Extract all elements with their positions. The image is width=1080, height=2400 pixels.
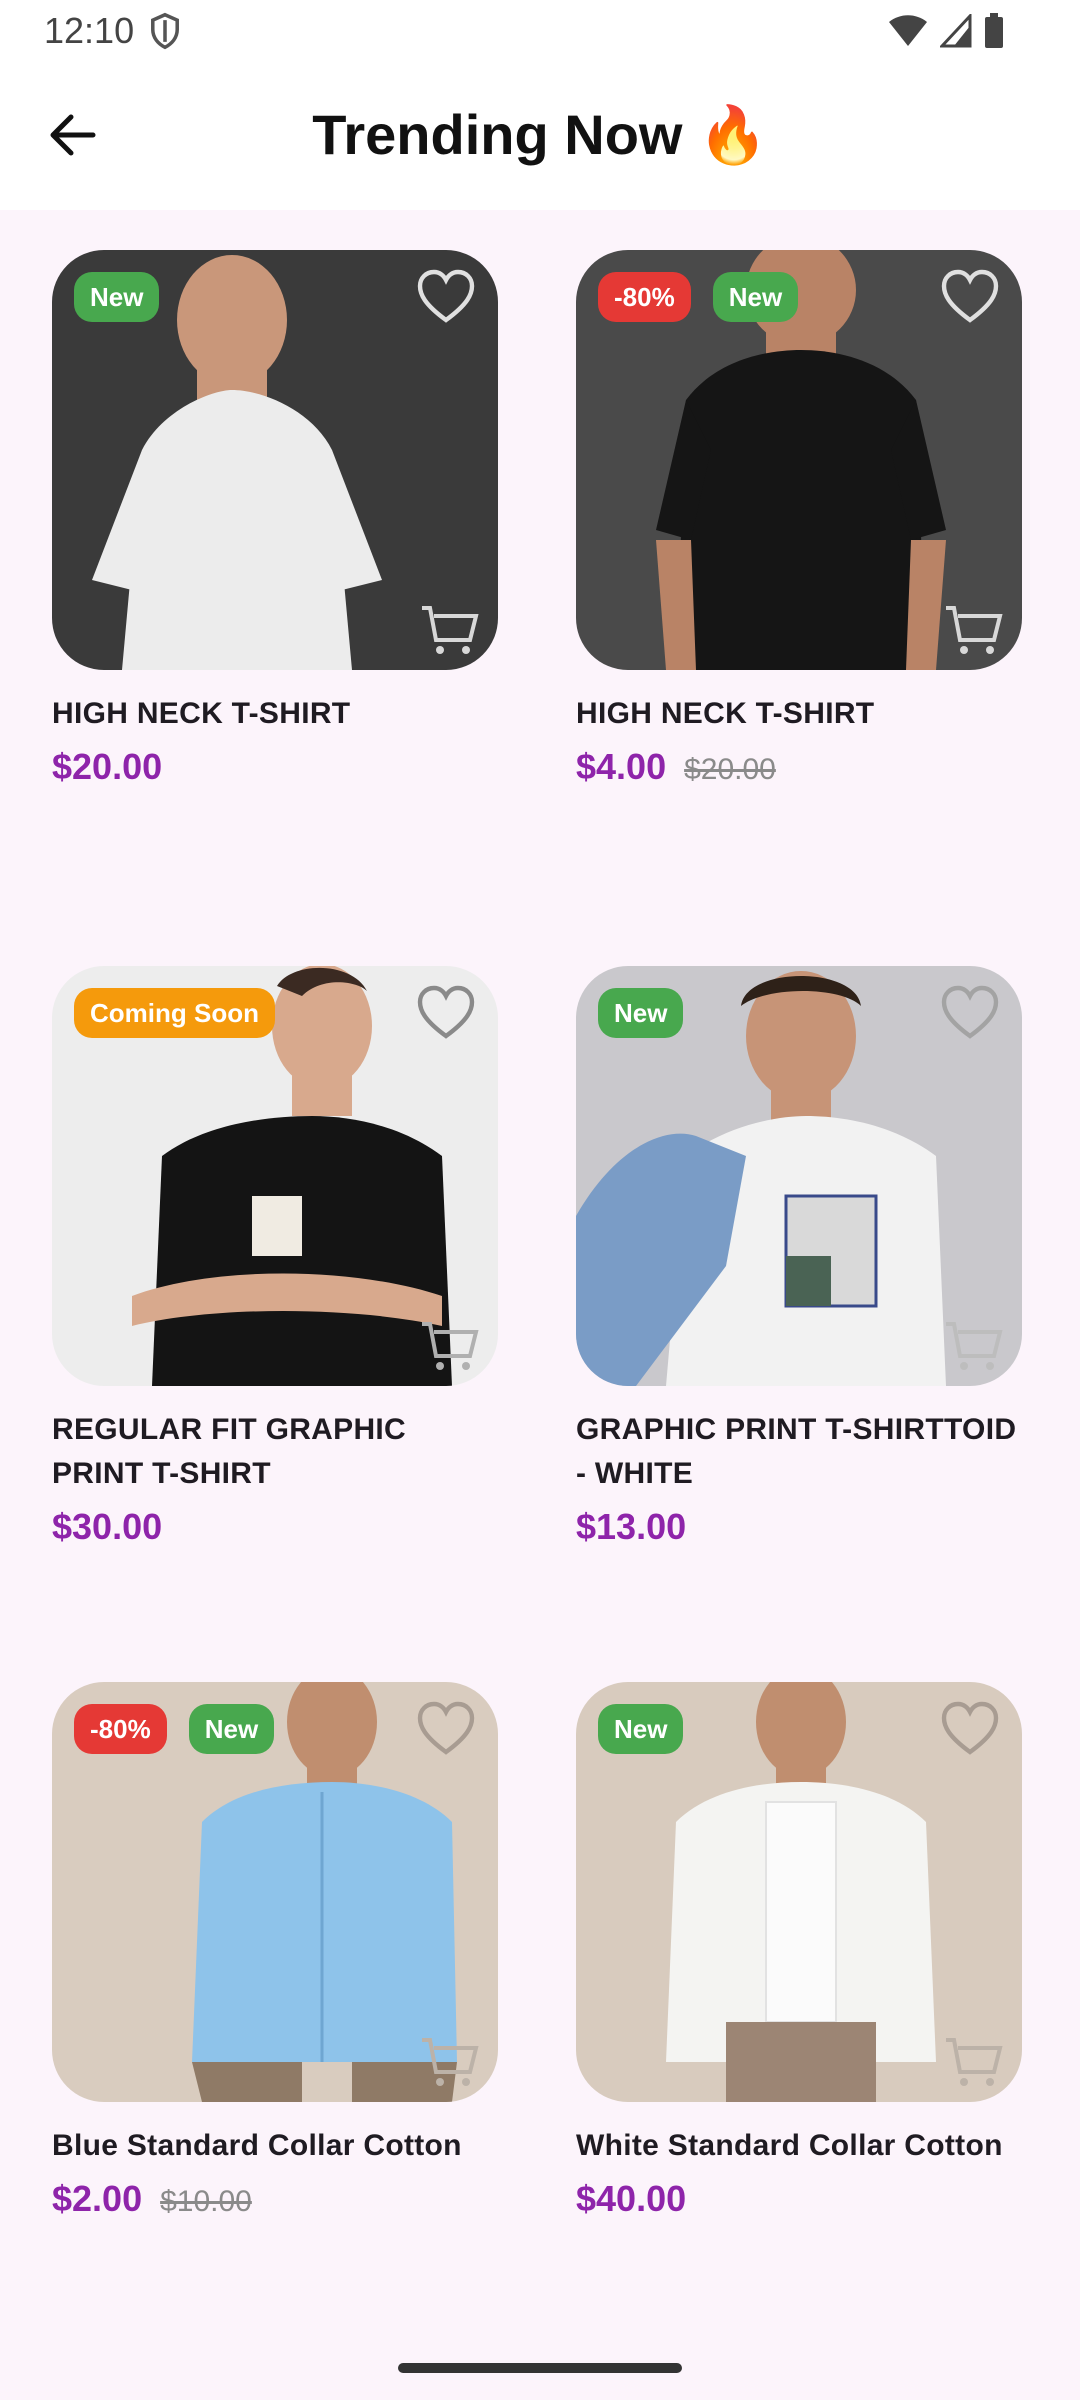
product-card[interactable]: -80% New HIGH NECK T-SHIRT $4.00 $20.00 bbox=[576, 250, 1022, 966]
badge-group: -80% New bbox=[74, 1704, 275, 1754]
product-image[interactable]: -80% New bbox=[52, 1682, 498, 2102]
product-name: Blue Standard Collar Cotton bbox=[52, 2129, 462, 2162]
product-image[interactable]: -80% New bbox=[576, 250, 1022, 670]
home-indicator[interactable] bbox=[398, 2363, 682, 2373]
product-grid: New HIGH NECK T-SHIRT $20.00 -80% New HI… bbox=[52, 250, 1024, 2398]
price-row: $2.00 $10.00 bbox=[52, 2178, 498, 2220]
heart-icon[interactable] bbox=[940, 984, 1000, 1040]
cart-icon[interactable] bbox=[944, 1320, 1004, 1372]
product-name: HIGH NECK T-SHIRT bbox=[576, 697, 875, 730]
cart-icon[interactable] bbox=[420, 1320, 480, 1372]
page-title: Trending Now 🔥 bbox=[312, 103, 768, 166]
badge-group: New bbox=[598, 1704, 684, 1754]
shield-icon bbox=[151, 12, 179, 50]
battery-icon bbox=[985, 13, 1003, 48]
cart-icon[interactable] bbox=[944, 2036, 1004, 2088]
badge-group: -80% New bbox=[598, 272, 799, 322]
status-time: 12:10 bbox=[44, 10, 135, 51]
heart-icon[interactable] bbox=[416, 1700, 476, 1756]
app-bar: Trending Now 🔥 bbox=[0, 62, 1080, 210]
product-price: $40.00 bbox=[576, 2178, 687, 2219]
heart-icon[interactable] bbox=[416, 984, 476, 1040]
coming-soon-badge: Coming Soon bbox=[74, 988, 275, 1038]
discount-badge: -80% bbox=[598, 272, 691, 322]
heart-icon[interactable] bbox=[940, 1700, 1000, 1756]
badge-group: Coming Soon bbox=[74, 988, 275, 1038]
product-price: $2.00 bbox=[52, 2178, 143, 2219]
price-row: $4.00 $20.00 bbox=[576, 746, 1022, 788]
price-row: $30.00 bbox=[52, 1506, 498, 1548]
new-badge: New bbox=[712, 272, 799, 322]
cart-icon[interactable] bbox=[420, 604, 480, 656]
product-price: $20.00 bbox=[52, 746, 163, 787]
heart-icon[interactable] bbox=[416, 268, 476, 324]
signal-icon bbox=[940, 14, 972, 48]
price-row: $40.00 bbox=[576, 2178, 1022, 2220]
heart-icon[interactable] bbox=[940, 268, 1000, 324]
badge-group: New bbox=[598, 988, 684, 1038]
product-name: REGULAR FIT GRAPHIC PRINT T-SHIRT bbox=[52, 1413, 407, 1490]
product-price: $13.00 bbox=[576, 1506, 687, 1547]
product-card[interactable]: New HIGH NECK T-SHIRT $20.00 bbox=[52, 250, 498, 966]
product-card[interactable]: New White Standard Collar Cotton $40.00 bbox=[576, 1682, 1022, 2398]
product-image[interactable]: New bbox=[52, 250, 498, 670]
new-badge: New bbox=[188, 1704, 275, 1754]
product-old-price: $20.00 bbox=[684, 753, 776, 786]
price-row: $13.00 bbox=[576, 1506, 1022, 1548]
product-price: $30.00 bbox=[52, 1506, 163, 1547]
status-icons bbox=[888, 12, 1004, 50]
product-image[interactable]: New bbox=[576, 1682, 1022, 2102]
product-image[interactable]: New bbox=[576, 966, 1022, 1386]
new-badge: New bbox=[74, 272, 160, 322]
discount-badge: -80% bbox=[74, 1704, 167, 1754]
product-card[interactable]: New GRAPHIC PRINT T-SHIRTTOID - WHITE $1… bbox=[576, 966, 1022, 1682]
product-name: White Standard Collar Cotton bbox=[576, 2129, 1003, 2162]
status-bar: 12:10 bbox=[0, 0, 1080, 62]
product-price: $4.00 bbox=[576, 746, 667, 787]
cart-icon[interactable] bbox=[420, 2036, 480, 2088]
product-name: HIGH NECK T-SHIRT bbox=[52, 697, 351, 730]
new-badge: New bbox=[598, 988, 684, 1038]
product-image[interactable]: Coming Soon bbox=[52, 966, 498, 1386]
cart-icon[interactable] bbox=[944, 604, 1004, 656]
product-card[interactable]: -80% New Blue Standard Collar Cotton $2.… bbox=[52, 1682, 498, 2398]
price-row: $20.00 bbox=[52, 746, 498, 788]
product-card[interactable]: Coming Soon REGULAR FIT GRAPHIC PRINT T-… bbox=[52, 966, 498, 1682]
wifi-icon bbox=[889, 15, 927, 46]
product-old-price: $10.00 bbox=[160, 2185, 252, 2218]
new-badge: New bbox=[598, 1704, 684, 1754]
badge-group: New bbox=[74, 272, 160, 322]
product-name: GRAPHIC PRINT T-SHIRTTOID - WHITE bbox=[576, 1413, 1017, 1490]
